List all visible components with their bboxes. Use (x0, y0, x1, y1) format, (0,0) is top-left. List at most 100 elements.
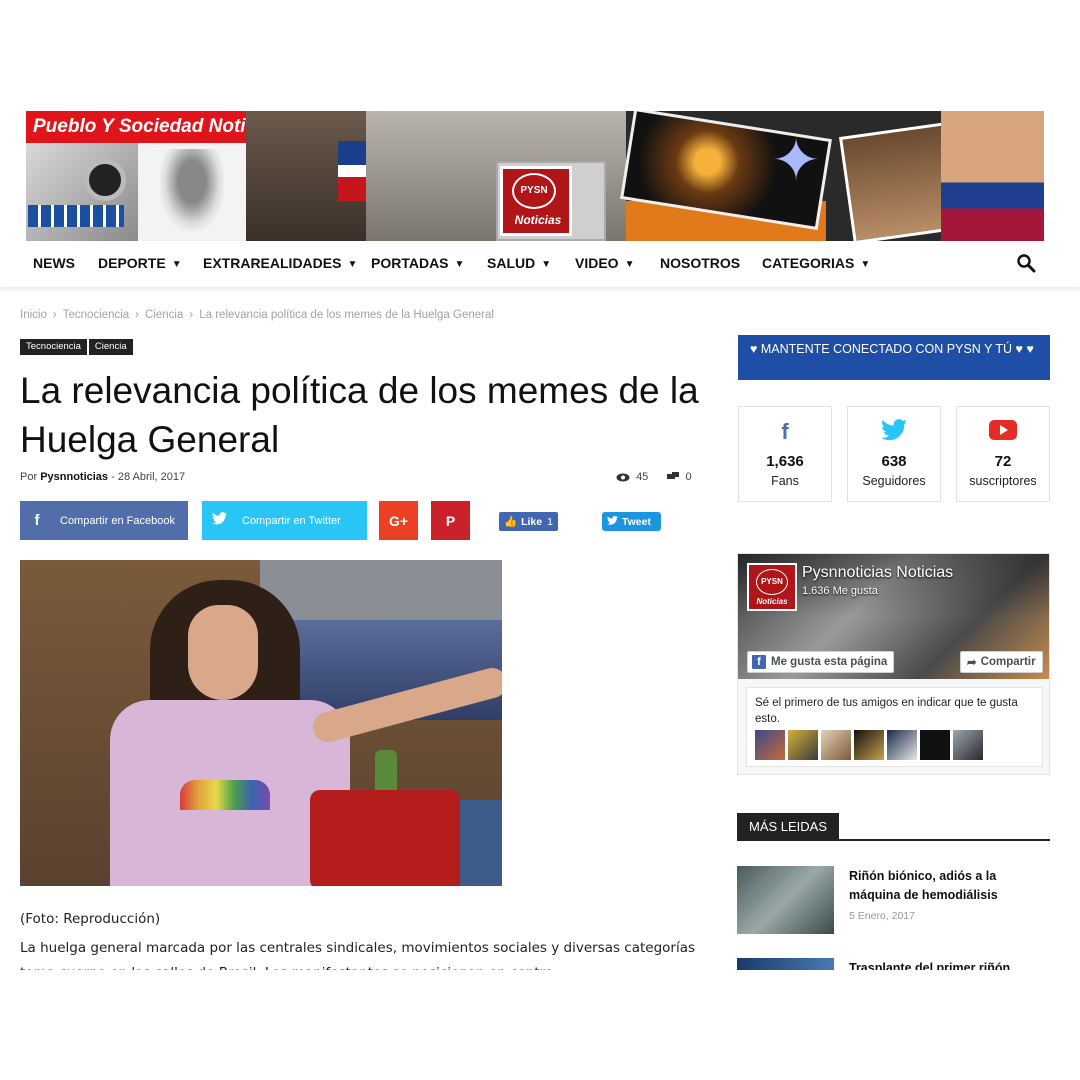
avatar[interactable] (920, 730, 950, 760)
twitter-icon (202, 512, 236, 529)
like-page-button[interactable]: f Me gusta esta página (747, 651, 895, 673)
date-separator: - (111, 471, 115, 483)
politician-photo (246, 111, 378, 241)
nav-item-label: DEPORTE (98, 255, 166, 271)
nav-item-categorias[interactable]: CATEGORIAS ▼ (762, 255, 870, 271)
article-meta: Por Pysnnoticias - 28 Abril, 2017 (20, 471, 185, 483)
avatar[interactable] (854, 730, 884, 760)
footballer-photo (941, 111, 1044, 241)
nav-item-label: EXTRAREALIDADES (203, 255, 342, 271)
nav-item-nosotros[interactable]: NOSOTROS (660, 255, 740, 271)
facebook-icon: f (752, 655, 766, 669)
most-read-item-title[interactable]: Riñón biónico, adiós a la máquina de hem… (849, 867, 1039, 905)
twitter-icon (848, 419, 940, 447)
eye-icon (616, 471, 633, 483)
facebook-like-button[interactable]: 👍 Like 1 (499, 512, 558, 531)
nav-item-portadas[interactable]: PORTADAS ▼ (371, 255, 464, 271)
breadcrumb: Inicio › Tecnociencia › Ciencia › La relevanci… (20, 309, 494, 321)
article-date: 28 Abril, 2017 (117, 471, 186, 483)
youtube-subscribers-box[interactable]: 72 suscriptores (956, 406, 1050, 502)
chevron-down-icon: ▼ (347, 259, 358, 270)
nav-item-extrarealidades[interactable]: EXTRAREALIDADES ▼ (203, 255, 357, 271)
twitter-followers-box[interactable]: 638 Seguidores (847, 406, 941, 502)
avatar[interactable] (788, 730, 818, 760)
pysn-logo-word: Noticias (514, 213, 562, 227)
most-read-thumbnail[interactable] (737, 866, 834, 934)
avatar[interactable] (953, 730, 983, 760)
nav-item-video[interactable]: VIDEO ▼ (575, 255, 634, 271)
breadcrumb-separator: › (135, 309, 140, 321)
site-banner[interactable]: Pueblo Y Sociedad Noticias PYSN Noticias… (26, 111, 1044, 241)
share-twitter-button[interactable]: Compartir en Twitter (202, 501, 367, 540)
comment-icon[interactable] (667, 471, 682, 483)
youtube-icon (957, 419, 1049, 447)
image-caption: (Foto: Reproducción) (20, 911, 161, 927)
most-read-item-date: 5 Enero, 2017 (849, 910, 915, 922)
nav-item-label: PORTADAS (371, 255, 449, 271)
most-read-title: MÁS LEIDAS (737, 813, 840, 841)
nav-item-label: VIDEO (575, 255, 619, 271)
googleplus-icon: G+ (388, 512, 409, 529)
nav-item-label: NOSOTROS (660, 255, 741, 271)
share-pinterest-button[interactable]: P (431, 501, 470, 540)
share-googleplus-button[interactable]: G+ (379, 501, 418, 540)
tag-ciencia[interactable]: Ciencia (88, 339, 133, 355)
view-count: 45 (636, 471, 649, 483)
facebook-page-logo[interactable]: PYSN Noticias (747, 563, 797, 611)
nav-item-news[interactable]: NEWS (33, 255, 75, 271)
most-read-header: MÁS LEIDAS (737, 813, 1050, 841)
nav-item-label: SALUD (487, 255, 536, 271)
logo-word-text: Noticias (756, 597, 788, 606)
like-count: 1 (547, 515, 553, 528)
facebook-page-name[interactable]: Pysnnoticias Noticias (802, 564, 953, 582)
tag-tecnociencia[interactable]: Tecnociencia (20, 339, 87, 355)
film-reel-image (26, 143, 138, 241)
share-facebook-button[interactable]: f Compartir en Facebook (20, 501, 188, 540)
chevron-down-icon: ▼ (624, 259, 635, 270)
facebook-page-widget: PYSN Noticias Pysnnoticias Noticias 1.63… (737, 553, 1050, 775)
twitter-label: Seguidores (862, 474, 926, 488)
facebook-count: 1,636 (766, 453, 804, 470)
breadcrumb-tecnociencia[interactable]: Tecnociencia (63, 309, 129, 321)
facebook-icon: f (34, 512, 40, 529)
sketch-portrait-image (138, 143, 246, 241)
author-link[interactable]: Pysnnoticias (40, 471, 108, 483)
twitter-bird-icon (607, 515, 618, 528)
avatar[interactable] (887, 730, 917, 760)
nav-item-label: NEWS (33, 255, 75, 271)
chevron-down-icon: ▼ (860, 259, 871, 270)
most-read-item-title[interactable]: Trasplante del primer riñón (849, 959, 1039, 970)
breadcrumb-separator: › (52, 309, 57, 321)
pinterest-icon: P (445, 512, 456, 529)
youtube-label: suscriptores (969, 474, 1037, 488)
avatar[interactable] (821, 730, 851, 760)
by-label: Por (20, 471, 38, 483)
chevron-down-icon: ▼ (541, 259, 552, 270)
tweet-button[interactable]: Tweet (602, 512, 661, 531)
article-featured-image[interactable] (20, 560, 502, 886)
facebook-share-button[interactable]: ➦ Compartir (960, 651, 1043, 673)
chevron-down-icon: ▼ (454, 259, 465, 270)
nav-item-salud[interactable]: SALUD ▼ (487, 255, 551, 271)
thumbs-up-icon: 👍 (504, 516, 518, 528)
pysn-logo-text: PYSN (512, 173, 556, 209)
nav-item-deporte[interactable]: DEPORTE ▼ (98, 255, 182, 271)
facebook-icon: f (781, 419, 789, 444)
facebook-friends-box: Sé el primero de tus amigos en indicar q… (746, 687, 1043, 767)
search-icon[interactable] (1016, 253, 1036, 273)
chevron-down-icon: ▼ (171, 259, 182, 270)
breadcrumb-ciencia[interactable]: Ciencia (145, 309, 183, 321)
share-twitter-label: Compartir en Twitter (242, 514, 341, 527)
like-label: Like (521, 515, 543, 528)
avatar[interactable] (755, 730, 785, 760)
share-facebook-label: Compartir en Facebook (60, 514, 175, 527)
facebook-page-likes: 1.636 Me gusta (802, 585, 878, 597)
friend-avatars (755, 730, 983, 760)
facebook-fans-box[interactable]: f 1,636 Fans (738, 406, 832, 502)
nav-item-label: CATEGORIAS (762, 255, 855, 271)
most-read-thumbnail[interactable] (737, 958, 834, 970)
breadcrumb-home[interactable]: Inicio (20, 309, 47, 321)
friends-text: Sé el primero de tus amigos en indicar q… (755, 697, 1018, 725)
comment-count[interactable]: 0 (685, 471, 691, 483)
article-tags: Tecnociencia Ciencia (20, 336, 135, 355)
